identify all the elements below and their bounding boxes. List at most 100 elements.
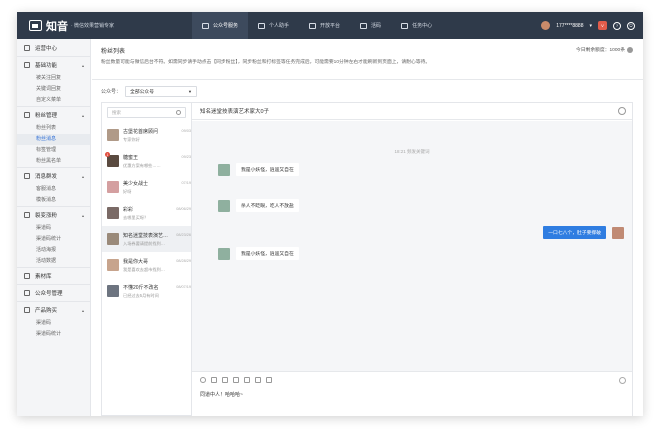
last-message: 入场券要请提前找到…	[123, 240, 165, 246]
info-icon[interactable]	[627, 46, 633, 53]
page-header: 粉丝列表 粉丝数量可能与微信后台不符。如需同步请手动点击【同步粉丝】，同步粉丝和…	[92, 39, 643, 80]
logo[interactable]: 知音 · 微信效果营销专家	[17, 18, 192, 34]
sidebar-group-label: 运营中心	[35, 45, 58, 52]
sidebar-item[interactable]: 渠道码	[17, 318, 90, 329]
power-icon[interactable]: ⏻	[627, 21, 635, 30]
official-account-icon	[202, 22, 209, 29]
topnav-live-code[interactable]: 活码	[350, 12, 391, 39]
basic-icon	[24, 62, 30, 68]
conversation-info: 古堡花首席顾问 09/03 专家你好	[123, 128, 191, 143]
sidebar-item[interactable]: 被关注回复	[17, 73, 90, 84]
chevron-up-icon: ▴	[81, 62, 84, 68]
conversation-list: 搜索 古堡花首席顾问 09/03 专家你好 1 糖蜜王 09/23 优惠方案有哪些…… 美少女…	[101, 102, 192, 416]
topnav-task-center[interactable]: 任务中心	[391, 12, 442, 39]
file-icon[interactable]	[222, 377, 228, 383]
sidebar-item[interactable]: 渠道码	[17, 223, 90, 234]
chat-header: 知名迷堂技表演艺术家大0子	[192, 103, 632, 120]
conversation-items: 古堡花首席顾问 09/03 专家你好 1 糖蜜王 09/23 优惠方案有哪些…… 美少女战士 0…	[102, 122, 191, 304]
sidebar-group-basic[interactable]: 基础功能 ▴	[17, 56, 90, 73]
sidebar-group-purchase[interactable]: 产品购买 ▴	[17, 301, 90, 318]
chevron-up-icon: ▴	[81, 307, 84, 313]
unread-badge: 1	[105, 152, 110, 157]
account-select[interactable]: 全部公众号 ▼	[125, 85, 198, 97]
user-phone[interactable]: 177****8888	[556, 23, 583, 29]
help-icon[interactable]: ?	[613, 21, 621, 30]
video-icon[interactable]	[255, 377, 261, 383]
sidebar-group-materials[interactable]: 素材库	[17, 267, 90, 284]
sidebar-operations-center[interactable]: 运营中心	[17, 39, 90, 56]
microphone-icon[interactable]	[244, 377, 250, 383]
message-input[interactable]: 同道中人！哈哈哈~	[192, 388, 632, 398]
folder-icon	[24, 273, 30, 279]
conversation-item[interactable]: 1 糖蜜王 09/23 优惠方案有哪些……	[102, 148, 191, 174]
sidebar-group-label: 粉丝管理	[35, 113, 58, 119]
user-avatar[interactable]	[541, 21, 551, 30]
sidebar-group-account-mgmt[interactable]: 公众号管理	[17, 284, 90, 301]
profile-icon[interactable]	[618, 107, 626, 115]
message-bubble: 杀人不眨眼，吃人不放盐	[236, 199, 299, 212]
sidebar-item[interactable]: 模板消息	[17, 195, 90, 206]
sender-avatar[interactable]	[218, 163, 230, 176]
conversation-item[interactable]: 古堡花首席顾问 09/03 专家你好	[102, 122, 191, 148]
account-select-value: 全部公众号	[130, 89, 155, 95]
sidebar-group-fans[interactable]: 粉丝管理 ▴	[17, 106, 90, 123]
topnav-open-platform[interactable]: 开放平台	[299, 12, 350, 39]
contact-avatar	[107, 259, 119, 271]
conversation-item[interactable]: 不懂20斤不改名 08/07/19 已经过去5月有时间	[102, 278, 191, 304]
sender-avatar[interactable]	[218, 247, 230, 260]
contact-name: 糖蜜王	[123, 154, 139, 161]
settings-icon	[24, 290, 30, 296]
last-message: 好呀	[123, 188, 132, 194]
sidebar-item[interactable]: 关键词回复	[17, 84, 90, 95]
conversation-item[interactable]: 彩彩 08/06/29 去哪里买呀？	[102, 200, 191, 226]
sidebar-group-label: 产品购买	[35, 308, 58, 314]
card-icon[interactable]	[266, 377, 272, 383]
user-area: 177****8888 ▾ V ? ⏻	[541, 12, 635, 39]
conversation-top-row: 美少女战士 07/19	[123, 180, 191, 187]
conversation-time: 09/03	[181, 129, 191, 133]
contact-name: 古堡花首席顾问	[123, 128, 159, 135]
sidebar-item[interactable]: 自定义菜单	[17, 95, 90, 106]
emoji-icon[interactable]	[200, 377, 206, 383]
sender-avatar[interactable]	[218, 199, 230, 212]
grid-icon	[24, 44, 30, 51]
sidebar-item[interactable]: 活动数据	[17, 256, 90, 267]
topnav-personal-assistant[interactable]: 个人助手	[248, 12, 299, 39]
sidebar-item-active[interactable]: 粉丝消息	[17, 134, 90, 145]
sidebar-item[interactable]: 渠道码统计	[17, 329, 90, 340]
sidebar-item[interactable]: 粉丝列表	[17, 123, 90, 134]
topnav-official-account[interactable]: 公众号服务	[192, 12, 249, 39]
top-bar: 知音 · 微信效果营销专家 公众号服务 个人助手 开放平台 活码 任务中心 17…	[17, 12, 643, 39]
topnav-label: 任务中心	[412, 23, 433, 29]
conversation-time: 08/06/29	[176, 207, 191, 211]
contact-name: 不懂20斤不改名	[123, 284, 159, 291]
search-icon[interactable]	[176, 110, 181, 115]
article-icon[interactable]	[233, 377, 239, 383]
image-icon[interactable]	[211, 377, 217, 383]
sidebar-item[interactable]: 活动海报	[17, 245, 90, 256]
sidebar-item[interactable]: 渠道码统计	[17, 234, 90, 245]
sidebar-group-growth[interactable]: 裂变涨粉 ▴	[17, 206, 90, 223]
my-avatar[interactable]	[612, 226, 624, 239]
contact-name: 知名迷堂技表演艺…	[123, 232, 169, 239]
search-input[interactable]: 搜索	[107, 107, 186, 118]
conversation-top-row: 古堡花首席顾问 09/03	[123, 128, 191, 135]
sidebar-group-broadcast[interactable]: 消息群发 ▴	[17, 167, 90, 184]
sidebar-item[interactable]: 客服消息	[17, 184, 90, 195]
caret-down-icon: ▼	[188, 88, 193, 94]
contact-name: 我是你大哥	[123, 258, 149, 265]
conversation-item[interactable]: 美少女战士 07/19 好呀	[102, 174, 191, 200]
heart-icon	[24, 112, 30, 118]
conversation-item[interactable]: 我是你大哥 08/28/29 我是喜欢去超市找到…	[102, 252, 191, 278]
dropdown-caret-icon[interactable]: ▾	[589, 23, 592, 29]
message-icon	[24, 173, 30, 179]
conversation-item[interactable]: 知名迷堂技表演艺… 08/23/26 入场券要请提前找到…	[102, 226, 191, 252]
chat-timestamp: 18:21 频发关键词	[394, 149, 430, 154]
sidebar-item[interactable]: 粉丝黑名单	[17, 156, 90, 167]
vip-badge-icon[interactable]: V	[598, 21, 607, 30]
topnav-label: 公众号服务	[213, 23, 239, 29]
top-nav: 公众号服务 个人助手 开放平台 活码 任务中心	[192, 12, 442, 39]
sidebar-item[interactable]: 标签管理	[17, 145, 90, 156]
gear-icon[interactable]	[619, 377, 626, 384]
chevron-up-icon: ▴	[81, 173, 84, 179]
